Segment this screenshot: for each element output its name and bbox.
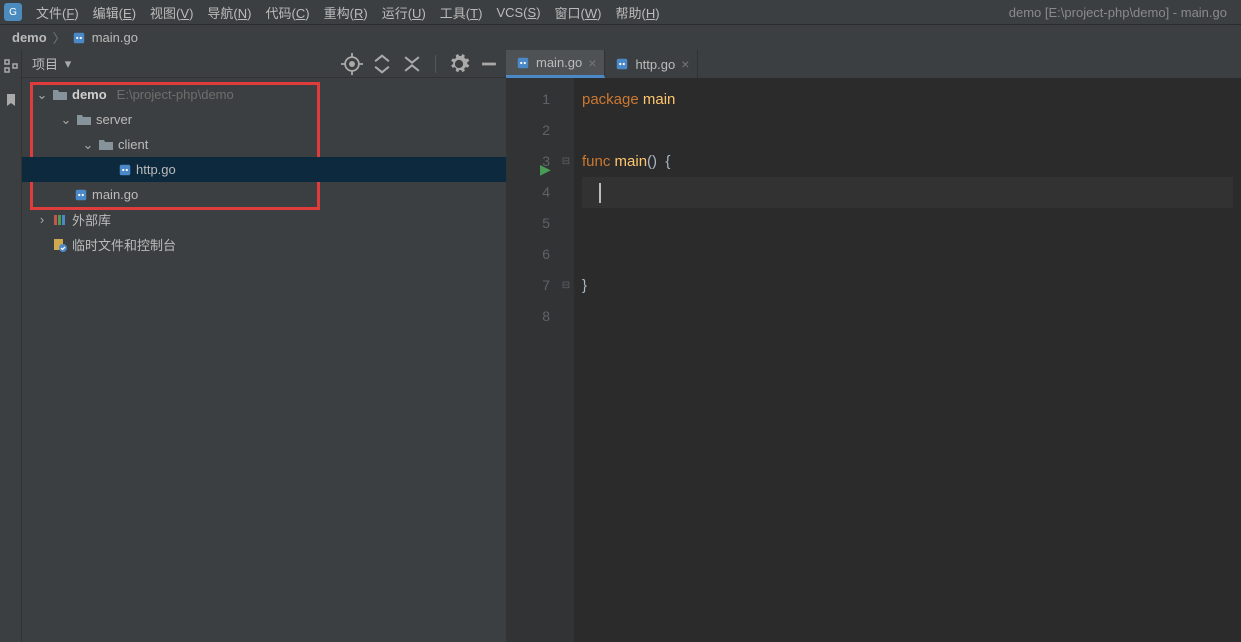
line-number: 4	[510, 177, 550, 208]
folder-label: server	[96, 112, 132, 127]
go-file-icon	[615, 57, 629, 71]
menu-refactor[interactable]: 重构(R)	[318, 1, 374, 24]
chevron-down-icon: ⌄	[82, 139, 94, 151]
locate-button[interactable]	[341, 53, 363, 75]
breadcrumb: demo 〉 main.go	[0, 24, 1241, 50]
close-icon[interactable]: ×	[588, 55, 596, 71]
tree-scratches[interactable]: 临时文件和控制台	[22, 232, 506, 257]
code-line: package main	[582, 84, 1233, 115]
folder-label: client	[118, 137, 148, 152]
external-libs-label: 外部库	[72, 210, 111, 229]
tree-external-libs[interactable]: › 外部库	[22, 207, 506, 232]
code-line: func main() {	[582, 146, 1233, 177]
fold-gutter: ⊟ ⊟	[558, 78, 574, 642]
menu-help[interactable]: 帮助(H)	[610, 1, 666, 24]
code-line: }	[582, 270, 1233, 301]
project-sidebar: 项目 ▾ ⌄ demo E:\project-php\demo ⌄	[22, 50, 506, 642]
settings-button[interactable]	[448, 53, 470, 75]
menu-code[interactable]: 代码(C)	[260, 1, 316, 24]
fold-handle[interactable]: ⊟	[558, 270, 574, 301]
hide-button[interactable]	[478, 53, 500, 75]
project-label: 项目	[32, 54, 58, 73]
fold-handle[interactable]: ⊟	[558, 146, 574, 177]
tree-file-maingo[interactable]: main.go	[22, 182, 506, 207]
root-name: demo	[72, 87, 107, 102]
file-label: http.go	[136, 162, 176, 177]
tree-file-httpgo[interactable]: http.go	[22, 157, 506, 182]
chevron-down-icon: ▾	[62, 58, 74, 70]
code-line	[582, 239, 1233, 270]
line-number: 2	[510, 115, 550, 146]
editor-body: 1 2 3▶ 4 5 6 7 8 ⊟ ⊟ package main func m…	[506, 78, 1241, 642]
left-tool-strip	[0, 50, 22, 642]
text-caret	[599, 183, 601, 203]
editor-area: main.go × http.go × 1 2 3▶ 4 5 6 7 8	[506, 50, 1241, 642]
close-icon[interactable]: ×	[681, 56, 689, 72]
code-line	[582, 115, 1233, 146]
menu-navigate[interactable]: 导航(N)	[201, 1, 257, 24]
tab-maingo[interactable]: main.go ×	[506, 50, 605, 78]
line-number: 3▶	[510, 146, 550, 177]
line-number: 8	[510, 301, 550, 332]
folder-icon	[98, 137, 114, 153]
line-number: 7	[510, 270, 550, 301]
code-line	[582, 301, 1233, 332]
menu-file[interactable]: 文件(F)	[30, 1, 85, 24]
app-icon: G	[4, 3, 22, 21]
menu-run[interactable]: 运行(U)	[376, 1, 432, 24]
line-number: 6	[510, 239, 550, 270]
scratches-label: 临时文件和控制台	[72, 235, 176, 254]
project-tree: ⌄ demo E:\project-php\demo ⌄ server ⌄ cl…	[22, 78, 506, 642]
tab-httpgo[interactable]: http.go ×	[605, 50, 698, 78]
folder-icon	[52, 87, 68, 103]
menu-view[interactable]: 视图(V)	[144, 1, 199, 24]
menu-vcs[interactable]: VCS(S)	[490, 3, 546, 22]
bookmarks-icon[interactable]	[3, 92, 19, 108]
line-number: 1	[510, 84, 550, 115]
file-label: main.go	[92, 187, 138, 202]
root-path: E:\project-php\demo	[117, 87, 234, 102]
chevron-down-icon: ⌄	[36, 89, 48, 101]
library-icon	[52, 212, 68, 228]
tree-folder-client[interactable]: ⌄ client	[22, 132, 506, 157]
expand-all-button[interactable]	[371, 53, 393, 75]
menu-edit[interactable]: 编辑(E)	[87, 1, 142, 24]
project-view-selector[interactable]: 项目 ▾	[28, 54, 74, 73]
sidebar-header: 项目 ▾	[22, 50, 506, 78]
go-file-icon	[118, 163, 132, 177]
editor-tabbar: main.go × http.go ×	[506, 50, 1241, 78]
breadcrumb-file[interactable]: main.go	[92, 30, 138, 45]
folder-icon	[76, 112, 92, 128]
menubar: G 文件(F) 编辑(E) 视图(V) 导航(N) 代码(C) 重构(R) 运行…	[0, 0, 1241, 24]
code-line	[582, 208, 1233, 239]
scratches-icon	[52, 237, 68, 253]
code-area[interactable]: package main func main() { }	[574, 78, 1241, 642]
collapse-all-button[interactable]	[401, 53, 423, 75]
breadcrumb-sep: 〉	[53, 28, 66, 47]
line-number: 5	[510, 208, 550, 239]
tab-label: http.go	[635, 57, 675, 72]
tree-folder-server[interactable]: ⌄ server	[22, 107, 506, 132]
go-file-icon	[516, 56, 530, 70]
separator	[435, 55, 436, 73]
line-number-gutter: 1 2 3▶ 4 5 6 7 8	[506, 78, 558, 642]
chevron-down-icon: ⌄	[60, 114, 72, 126]
window-title: demo [E:\project-php\demo] - main.go	[1009, 5, 1237, 20]
breadcrumb-project[interactable]: demo	[12, 30, 47, 45]
go-file-icon	[72, 31, 86, 45]
tree-root-demo[interactable]: ⌄ demo E:\project-php\demo	[22, 82, 506, 107]
menu-window[interactable]: 窗口(W)	[549, 1, 608, 24]
structure-icon[interactable]	[3, 58, 19, 74]
main-content: 项目 ▾ ⌄ demo E:\project-php\demo ⌄	[0, 50, 1241, 642]
go-file-icon	[74, 188, 88, 202]
code-line-current	[582, 177, 1233, 208]
menu-tools[interactable]: 工具(T)	[434, 1, 489, 24]
chevron-right-icon: ›	[36, 214, 48, 226]
tab-label: main.go	[536, 55, 582, 70]
